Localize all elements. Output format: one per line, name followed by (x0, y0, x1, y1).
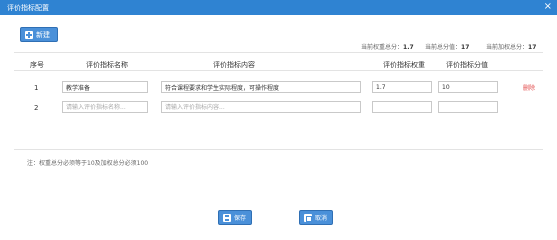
new-button[interactable]: 新建 (20, 27, 58, 42)
header-name: 评价指标名称 (86, 61, 128, 69)
title-bar: 评价指标配置 × (0, 0, 557, 15)
window-title: 评价指标配置 (7, 4, 49, 12)
score-total: 当前总分值：17 (425, 44, 470, 51)
save-icon (223, 213, 231, 222)
row-index: 1 (34, 84, 39, 92)
weighted-total-value: 17 (528, 44, 537, 51)
save-button[interactable]: 保存 (218, 210, 252, 225)
cancel-icon (304, 213, 312, 222)
header-index: 序号 (30, 61, 44, 69)
row-index: 2 (34, 104, 39, 112)
weighted-total: 当前加权总分：17 (486, 44, 537, 51)
divider (14, 52, 543, 53)
weight-input[interactable] (372, 81, 432, 93)
divider (14, 70, 543, 71)
close-icon[interactable]: × (544, 1, 552, 13)
new-button-label: 新建 (36, 30, 50, 39)
weight-total: 当前权重总分：1.7 (361, 44, 414, 51)
weight-input[interactable] (372, 101, 432, 113)
content-input[interactable] (161, 101, 361, 113)
divider (14, 149, 543, 150)
add-icon (25, 30, 33, 39)
save-button-label: 保存 (234, 215, 247, 222)
content-input[interactable] (161, 81, 361, 93)
rule-note: 注：权重总分必须等于10及加权总分必须100 (27, 160, 149, 167)
header-weight: 评价指标权重 (383, 61, 425, 69)
cancel-button[interactable]: 取消 (299, 210, 333, 225)
score-input[interactable] (438, 101, 498, 113)
score-input[interactable] (438, 81, 498, 93)
header-content: 评价指标内容 (213, 61, 255, 69)
delete-link[interactable]: 删除 (523, 83, 535, 92)
header-score: 评价指标分值 (446, 61, 488, 69)
score-total-value: 17 (461, 44, 470, 51)
name-input[interactable] (62, 101, 148, 113)
name-input[interactable] (62, 81, 148, 93)
cancel-button-label: 取消 (315, 215, 328, 222)
weight-total-value: 1.7 (403, 44, 414, 51)
